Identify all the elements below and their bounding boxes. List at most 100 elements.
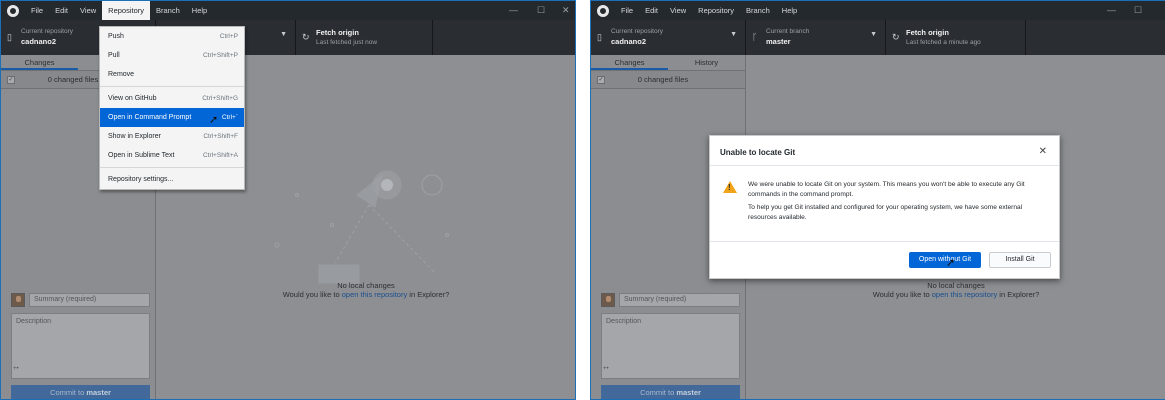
repo-name: cadnano2 — [611, 37, 647, 46]
menu-help[interactable]: Help — [186, 1, 213, 20]
mouse-cursor-icon: ➚ — [209, 114, 219, 126]
menu-divider — [100, 86, 244, 87]
menu-item-remove[interactable]: Remove — [100, 65, 244, 84]
menu-view[interactable]: View — [74, 1, 102, 20]
menu-edit[interactable]: Edit — [639, 1, 664, 20]
menu-item-label: Push — [108, 33, 124, 40]
close-icon[interactable]: ✕ — [1039, 146, 1047, 157]
close-window-icon[interactable]: ✕ — [562, 1, 570, 20]
summary-input[interactable]: Summary (required) — [29, 293, 150, 307]
toolbar: ▯ Current repository cadnano2 ▼ ↻ Fetch … — [1, 20, 575, 55]
menu-item-view-on-github[interactable]: View on GitHub Ctrl+Shift+G — [100, 89, 244, 108]
sidebar-tabs: Changes History — [591, 55, 745, 71]
repository-menu: Push Ctrl+P Pull Ctrl+Shift+P Remove View … — [99, 26, 245, 190]
title-bar: File Edit View Repository Branch Help — … — [591, 1, 1165, 20]
mouse-cursor-icon: ➚ — [946, 257, 956, 269]
menu-item-pull[interactable]: Pull Ctrl+Shift+P — [100, 46, 244, 65]
select-all-checkbox[interactable]: ✓ — [597, 75, 605, 84]
menu-item-label: Remove — [108, 71, 135, 78]
commit-branch: master — [676, 388, 701, 397]
summary-input[interactable]: Summary (required) — [619, 293, 740, 307]
left-window: File Edit View Repository Branch Help — … — [0, 0, 576, 400]
no-changes-text: No local changes — [337, 281, 395, 290]
right-window: File Edit View Repository Branch Help — … — [590, 0, 1165, 400]
branch-selector[interactable]: ᚴ Current branch master ▼ — [746, 20, 886, 55]
open-without-git-button[interactable]: Open without Git — [909, 252, 981, 268]
sync-icon: ↻ — [302, 32, 310, 42]
menu-repository[interactable]: Repository — [692, 1, 740, 20]
open-in-explorer-link[interactable]: open this repository — [342, 290, 407, 299]
toolbar: ▯ Current repository cadnano2 ▼ ᚴ Curren… — [591, 20, 1165, 55]
menu-file[interactable]: File — [615, 1, 639, 20]
avatar — [11, 293, 25, 307]
maximize-icon[interactable]: ☐ — [1134, 1, 1142, 20]
menu-item-open-command-prompt[interactable]: Open in Command Prompt Ctrl+` — [100, 108, 244, 127]
menu-edit[interactable]: Edit — [49, 1, 74, 20]
changed-files-count: 0 changed files — [637, 75, 689, 84]
menu-repository[interactable]: Repository — [102, 1, 151, 20]
explorer-prompt: Would you like to open this repository i… — [747, 290, 1165, 299]
sync-icon: ↻ — [892, 32, 900, 42]
menu-branch[interactable]: Branch — [740, 1, 776, 20]
add-coauthor-icon[interactable]: +• — [13, 366, 19, 372]
menu-item-label: View on GitHub — [108, 95, 157, 102]
chevron-down-icon: ▼ — [730, 31, 737, 38]
github-logo-icon — [597, 4, 609, 17]
select-all-checkbox[interactable]: ✓ — [7, 75, 15, 84]
warning-mark: ! — [728, 183, 731, 192]
commit-button[interactable]: Commit to master — [601, 385, 740, 399]
empty-state-message: No local changes Would you like to open … — [747, 281, 1165, 299]
menu-branch[interactable]: Branch — [150, 1, 186, 20]
description-field[interactable]: Description — [601, 313, 740, 379]
menu-item-shortcut: Ctrl+Shift+G — [202, 95, 238, 102]
branch-icon: ᚴ — [752, 32, 758, 42]
empty-state-message: No local changes Would you like to open … — [157, 281, 575, 299]
maximize-icon[interactable]: ☐ — [537, 1, 545, 20]
install-git-button[interactable]: Install Git — [989, 252, 1051, 268]
menu-item-shortcut: Ctrl+P — [219, 33, 238, 40]
summary-row: Summary (required) — [601, 293, 740, 307]
dialog-title: Unable to locate Git — [720, 148, 796, 157]
menu-item-shortcut: Ctrl+` — [221, 114, 238, 121]
fetch-origin-button[interactable]: ↻ Fetch origin Last fetched just now — [296, 20, 433, 55]
summary-row: Summary (required) — [11, 293, 150, 307]
branch-name: master — [766, 37, 791, 46]
menu-item-label: Show in Explorer — [108, 133, 161, 140]
prompt-prefix: Would you like to — [282, 290, 342, 299]
minimize-icon[interactable]: — — [1107, 1, 1116, 20]
dialog-footer: Open without Git Install Git — [710, 241, 1059, 278]
explorer-prompt: Would you like to open this repository i… — [157, 290, 575, 299]
repo-caption: Current repository — [611, 28, 664, 35]
branch-caption: Current branch — [766, 28, 810, 35]
minimize-icon[interactable]: — — [509, 1, 518, 20]
commit-prefix: Commit to — [640, 388, 677, 397]
chevron-down-icon: ▼ — [870, 31, 877, 38]
chevron-down-icon: ▼ — [280, 31, 287, 38]
commit-button[interactable]: Commit to master — [11, 385, 150, 399]
menu-item-show-in-explorer[interactable]: Show in Explorer Ctrl+Shift+F — [100, 127, 244, 146]
dialog-help-text: To help you get Git installed and config… — [748, 204, 1023, 221]
menu-item-push[interactable]: Push Ctrl+P — [100, 27, 244, 46]
repository-selector[interactable]: ▯ Current repository cadnano2 ▼ — [591, 20, 746, 55]
menu-item-open-sublime[interactable]: Open in Sublime Text Ctrl+Shift+A — [100, 146, 244, 165]
menu-help[interactable]: Help — [776, 1, 803, 20]
menu-item-label: Pull — [108, 52, 120, 59]
tab-changes[interactable]: Changes — [591, 55, 668, 70]
open-in-explorer-link[interactable]: open this repository — [932, 290, 997, 299]
menu-item-label: Open in Sublime Text — [108, 152, 175, 159]
menu-item-label: Open in Command Prompt — [108, 114, 192, 121]
dialog-header: Unable to locate Git ✕ — [710, 136, 1059, 166]
tab-changes[interactable]: Changes — [1, 55, 78, 70]
fetch-origin-button[interactable]: ↻ Fetch origin Last fetched a minute ago — [886, 20, 1026, 55]
tab-history[interactable]: History — [668, 55, 745, 70]
menu-item-repository-settings[interactable]: Repository settings... — [100, 170, 244, 189]
menu-view[interactable]: View — [664, 1, 692, 20]
git-not-found-dialog: Unable to locate Git ✕ ! We were unable … — [709, 135, 1060, 279]
prompt-suffix: in Explorer? — [997, 290, 1040, 299]
dialog-message: We were unable to locate Git on your sys… — [748, 181, 1025, 198]
menu-file[interactable]: File — [25, 1, 49, 20]
fetch-title: Fetch origin — [316, 28, 359, 37]
title-bar: File Edit View Repository Branch Help — … — [1, 1, 575, 20]
description-field[interactable]: Description — [11, 313, 150, 379]
add-coauthor-icon[interactable]: +• — [603, 366, 609, 372]
